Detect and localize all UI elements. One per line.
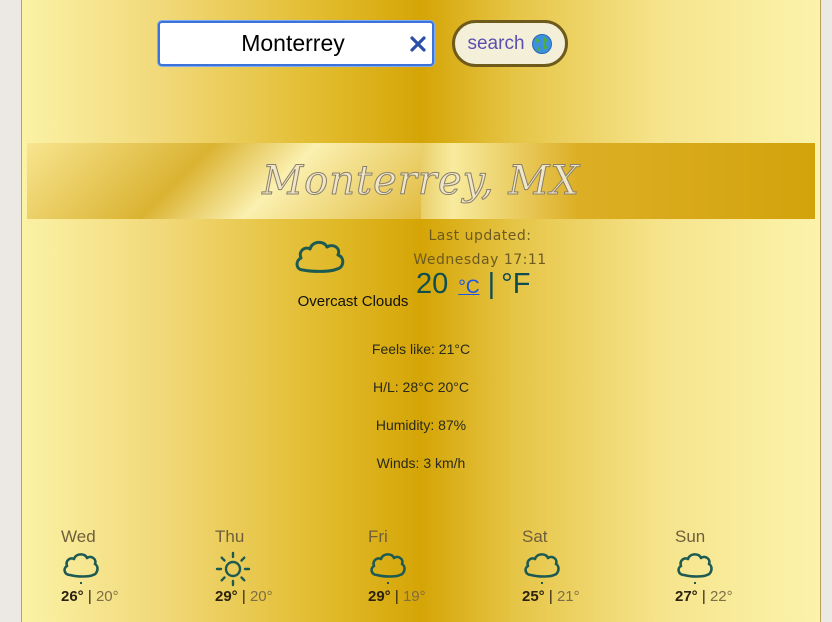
- clear-icon[interactable]: [408, 34, 428, 54]
- cloud-icon: [677, 553, 713, 584]
- forecast-low: 19°: [402, 588, 426, 605]
- weather-description: Overcast Clouds: [297, 293, 409, 310]
- forecast-separator: |: [87, 588, 92, 605]
- sun-icon: [215, 551, 251, 587]
- high-low: H/L: 28°C 20°C: [372, 379, 470, 395]
- forecast-high: 26°: [61, 588, 84, 605]
- search-button-label: search: [467, 32, 525, 54]
- cloud-icon: [370, 553, 406, 584]
- celsius-link[interactable]: °C: [458, 277, 479, 299]
- city-banner: Monterrey, MX: [27, 143, 815, 219]
- feels-like: Feels like: 21°C: [371, 341, 471, 357]
- search-input[interactable]: [160, 23, 410, 64]
- forecast-separator: |: [394, 588, 399, 605]
- forecast-day-name: Fri: [368, 527, 388, 546]
- forecast-low: 20°: [249, 588, 273, 605]
- forecast-day: Fri 29° | 19°: [368, 527, 468, 605]
- cloud-icon: [524, 553, 560, 584]
- forecast-day: Sun 27° | 22°: [675, 527, 775, 605]
- forecast-separator: |: [241, 588, 246, 605]
- forecast-high: 25°: [522, 588, 545, 605]
- forecast-day-name: Sat: [522, 527, 548, 546]
- cloud-icon: [295, 240, 345, 273]
- forecast-day: Sat 25° | 21°: [522, 527, 622, 605]
- forecast-day-name: Sun: [675, 527, 706, 546]
- search-box: [158, 21, 434, 66]
- forecast-high: 29°: [215, 588, 238, 605]
- winds: Winds: 3 km/h: [376, 455, 466, 471]
- unit-separator: |: [487, 268, 496, 300]
- forecast-low: 22°: [709, 588, 733, 605]
- forecast-day-name: Wed: [61, 527, 96, 546]
- search-button[interactable]: search: [452, 20, 568, 67]
- city-title: Monterrey, MX: [262, 158, 580, 205]
- forecast-high: 29°: [368, 588, 391, 605]
- forecast-low: 20°: [95, 588, 119, 605]
- cloud-icon: [63, 553, 99, 584]
- forecast-day-name: Thu: [215, 527, 245, 546]
- fahrenheit-link[interactable]: °F: [501, 268, 530, 301]
- forecast-separator: |: [701, 588, 706, 605]
- humidity: Humidity: 87%: [375, 417, 467, 433]
- forecast-day: Wed 26° | 20°: [61, 527, 161, 605]
- globe-icon: [531, 33, 552, 54]
- current-temperature: 20: [416, 268, 449, 300]
- forecast-separator: |: [548, 588, 553, 605]
- forecast-low: 21°: [556, 588, 580, 605]
- last-updated: Last updated: Wednesday 17:11: [400, 224, 560, 272]
- forecast-day: Thu 29° | 20°: [215, 527, 315, 605]
- forecast-high: 27°: [675, 588, 698, 605]
- last-updated-label: Last updated:: [428, 228, 532, 244]
- temperature-row: 20 °C | °F: [416, 268, 530, 308]
- weather-details: Feels like: 21°C H/L: 28°C 20°C Humidity…: [321, 335, 521, 487]
